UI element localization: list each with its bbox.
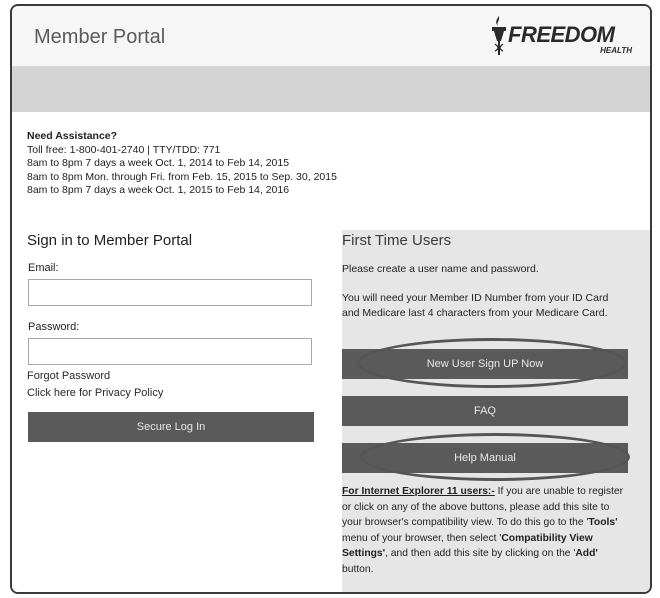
page-title: Member Portal	[34, 26, 166, 48]
ie-compatibility-note: For Internet Explorer 11 users:- If you …	[342, 484, 632, 577]
secure-login-button[interactable]: Secure Log In	[28, 412, 314, 442]
faq-button[interactable]: FAQ	[342, 396, 628, 426]
password-field[interactable]	[28, 338, 312, 365]
assistance-line: 8am to 8pm 7 days a week Oct. 1, 2014 to…	[27, 157, 290, 169]
first-time-info: You will need your Member ID Number from…	[342, 292, 609, 319]
new-user-signup-button[interactable]: New User Sign UP Now	[342, 349, 628, 379]
assistance-line: 8am to 8pm Mon. through Fri. from Feb. 1…	[27, 170, 337, 183]
ie-note-text: button.	[342, 563, 374, 575]
assistance-line: 8am to 8pm 7 days a week Oct. 1, 2015 to…	[27, 184, 290, 196]
help-manual-button[interactable]: Help Manual	[342, 443, 628, 473]
assistance-title: Need Assistance?	[27, 130, 118, 142]
torch-icon	[492, 16, 506, 55]
assistance-line: Toll free: 1-800-401-2740 | TTY/TDD: 771	[27, 143, 221, 156]
header: Member Portal FREEDOM HEALTH	[12, 6, 650, 67]
ie-note-heading: For Internet Explorer 11 users:-	[342, 486, 495, 497]
first-time-title: First Time Users	[342, 232, 452, 249]
ie-note-add: Add'	[575, 548, 598, 559]
ie-note-text: , and then add this site by clicking on …	[385, 548, 576, 559]
ie-note-tools: Tools'	[588, 517, 618, 528]
freedom-health-logo: FREEDOM HEALTH	[486, 14, 636, 60]
email-field[interactable]	[28, 279, 312, 306]
email-label: Email:	[28, 262, 59, 274]
password-label: Password:	[28, 321, 80, 333]
logo-subtext: HEALTH	[600, 46, 632, 55]
nav-bar	[12, 67, 650, 112]
privacy-policy-link[interactable]: Click here for Privacy Policy	[27, 387, 163, 399]
ie-note-text: menu of your browser, then select '	[342, 532, 502, 544]
signin-title: Sign in to Member Portal	[27, 232, 193, 249]
logo-text: FREEDOM	[508, 22, 615, 47]
first-time-intro: Please create a user name and password.	[342, 263, 539, 275]
forgot-password-link[interactable]: Forgot Password	[27, 370, 110, 382]
assistance-info: Need Assistance? Toll free: 1-800-401-27…	[27, 130, 337, 198]
